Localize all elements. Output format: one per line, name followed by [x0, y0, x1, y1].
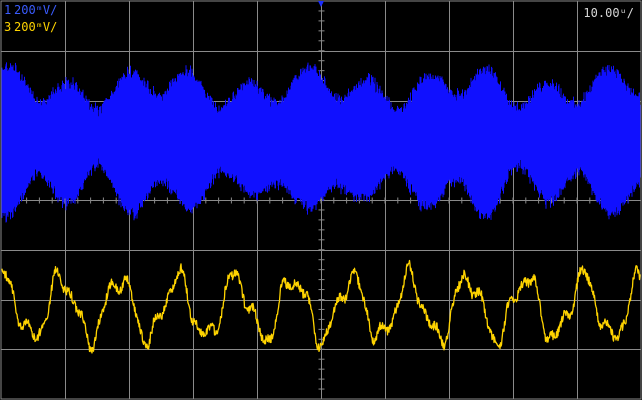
- timebase-scale-label: 10.00ᵘ/: [583, 6, 634, 20]
- channel-1-number: 1: [4, 3, 12, 17]
- oscilloscope-screen: 1 200ᵐV/ 3 200ᵐV/ 10.00ᵘ/: [0, 0, 642, 400]
- trigger-position-marker: [318, 1, 324, 7]
- channel-1-scale-label: 1 200ᵐV/: [4, 4, 57, 17]
- channel-3-scale: 200ᵐV/: [14, 20, 58, 34]
- trigger-marker-icon: [318, 1, 324, 7]
- waveform-display: [0, 0, 642, 400]
- channel-3-scale-label: 3 200ᵐV/: [4, 21, 57, 34]
- channel-1-scale: 200ᵐV/: [14, 3, 58, 17]
- channel-3-number: 3: [4, 20, 12, 34]
